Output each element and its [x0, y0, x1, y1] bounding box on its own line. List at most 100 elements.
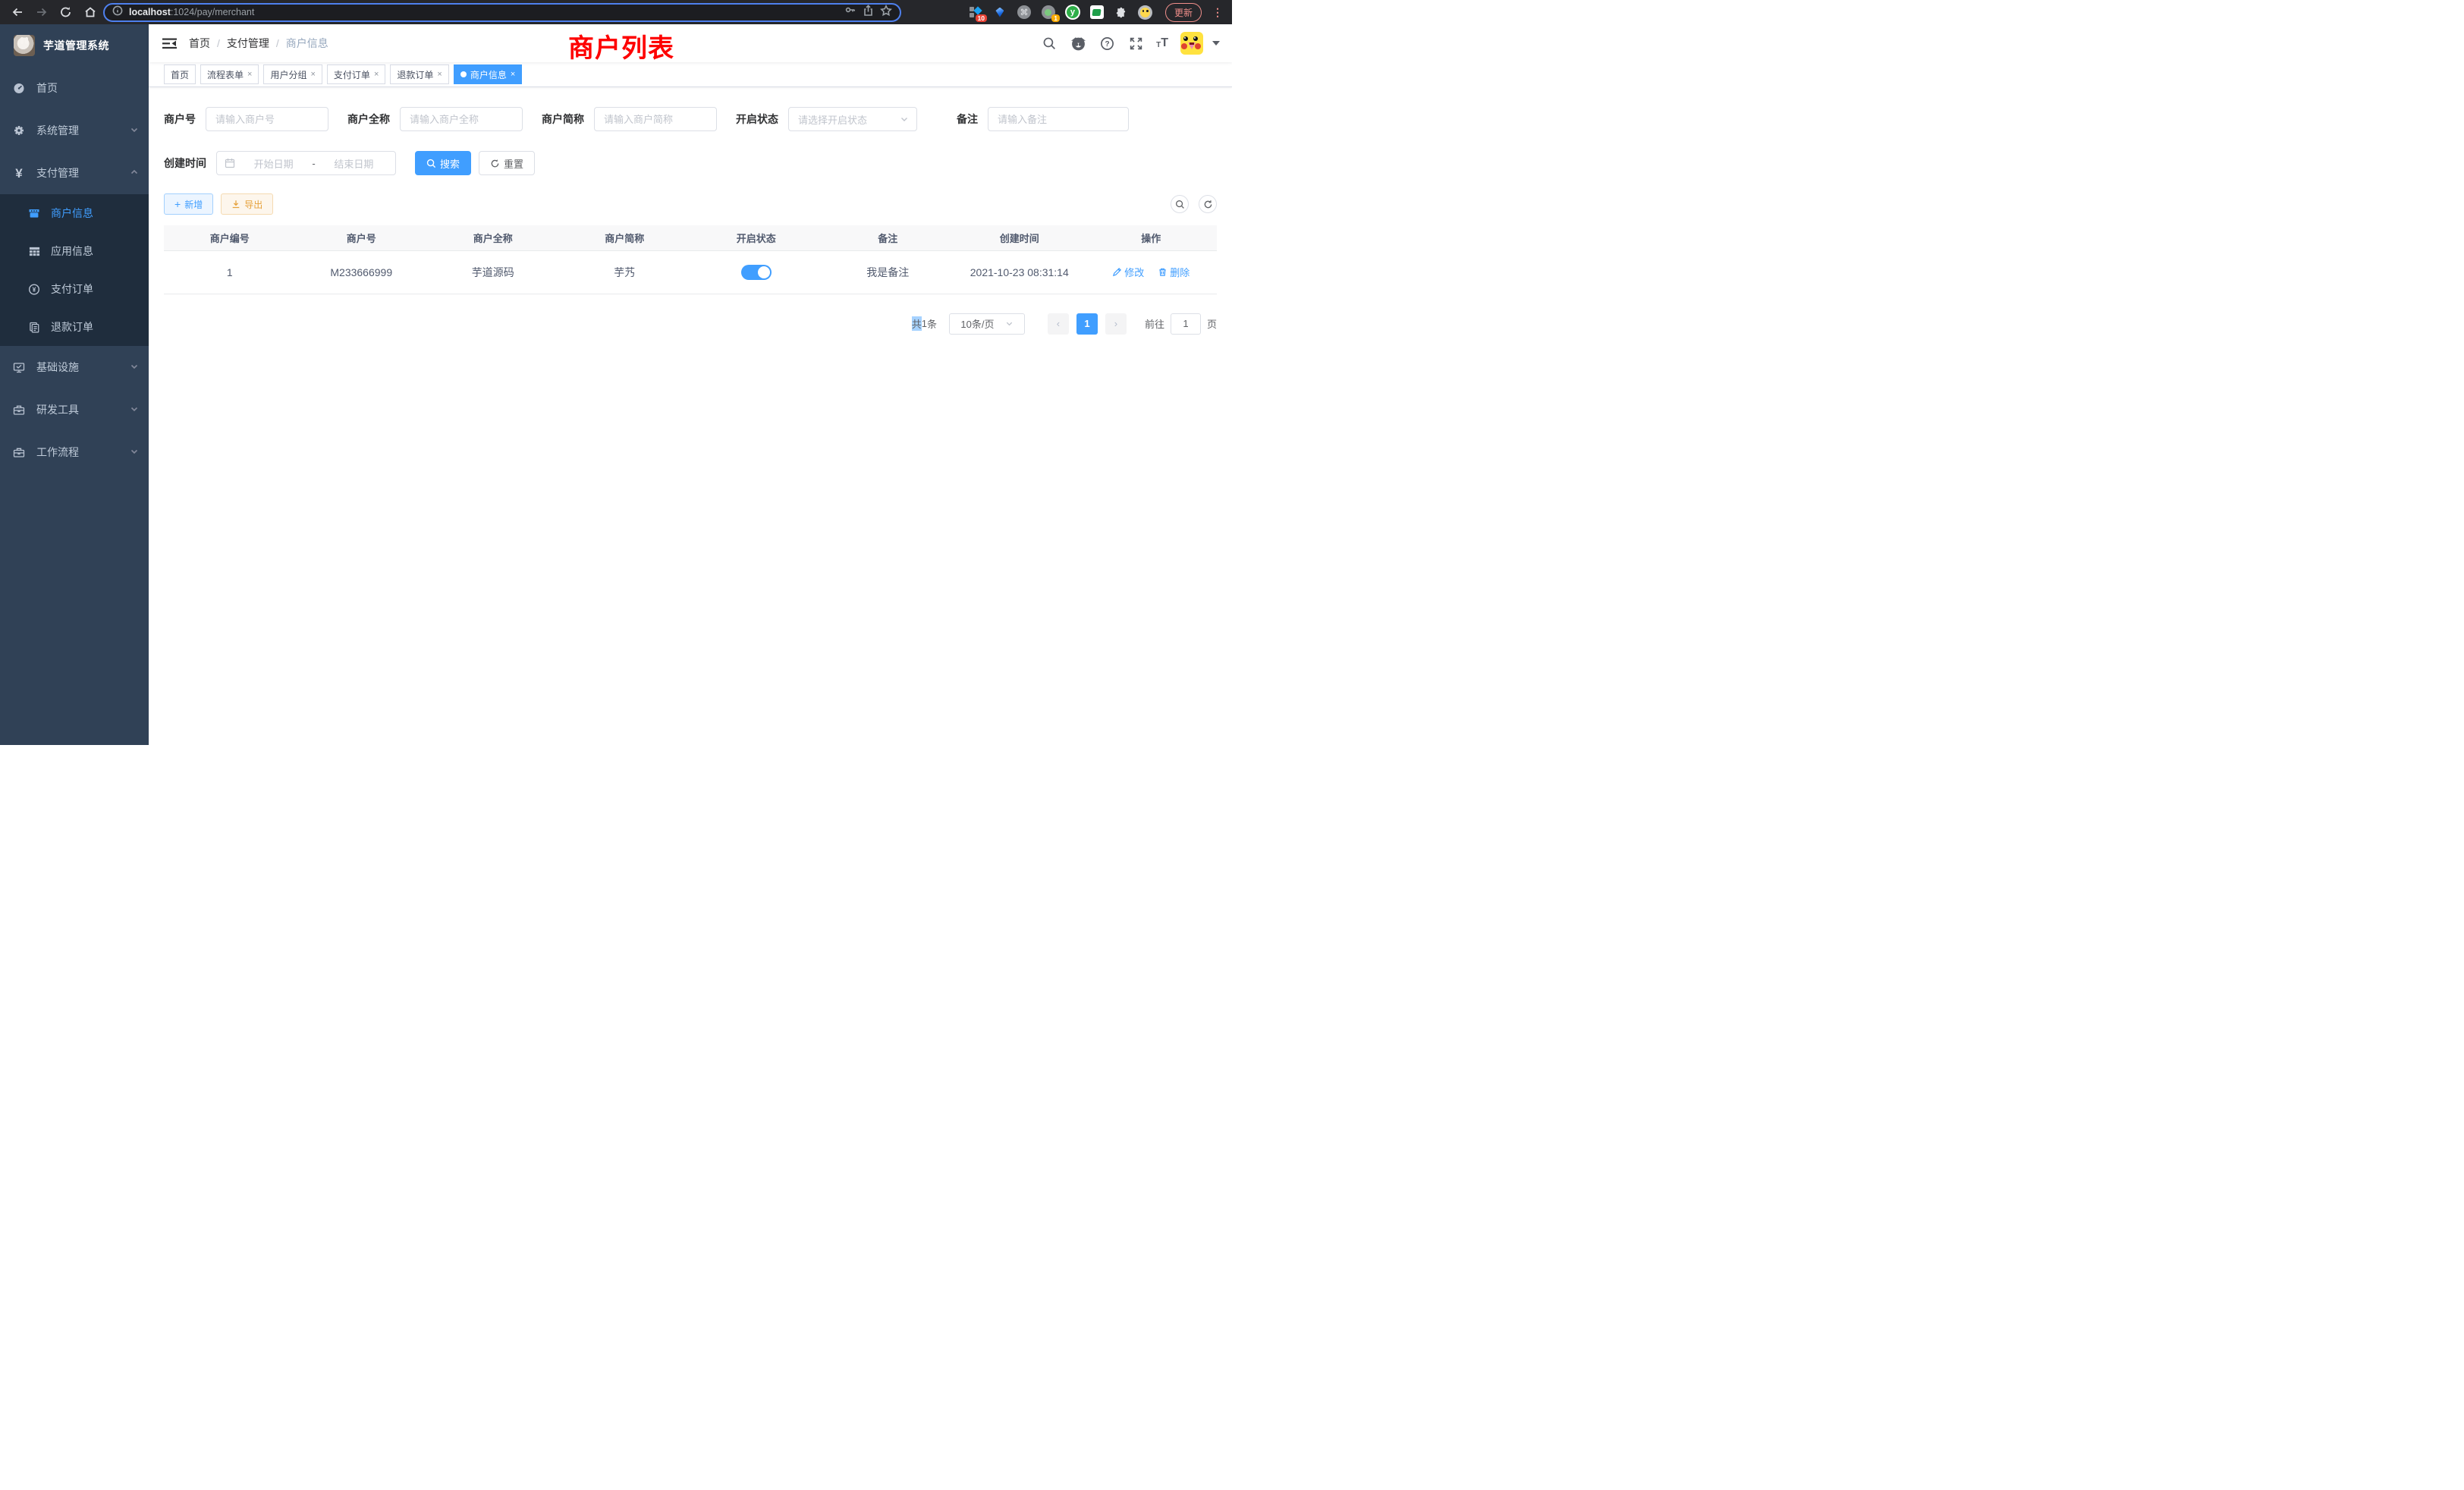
share-icon[interactable] — [863, 5, 874, 20]
extension-chat-icon[interactable] — [1089, 5, 1105, 20]
short-name-input[interactable] — [594, 107, 717, 131]
pay-submenu: 商户信息 应用信息 ¥ 支付订单 — [0, 194, 149, 346]
sidebar-item-label: 支付管理 — [36, 165, 79, 181]
tab-home[interactable]: 首页 — [164, 64, 196, 84]
goto-page-input[interactable] — [1171, 313, 1201, 335]
toggle-search-button[interactable] — [1171, 195, 1189, 213]
trash-icon — [1158, 267, 1168, 277]
extension-badge: 1 — [1051, 14, 1060, 23]
bookmark-star-icon[interactable] — [880, 5, 892, 20]
fullscreen-icon[interactable] — [1127, 35, 1144, 52]
status-select[interactable]: 请选择开启状态 — [788, 107, 917, 131]
extension-y-icon[interactable]: y — [1065, 5, 1080, 20]
refresh-table-button[interactable] — [1199, 195, 1217, 213]
goto-suffix: 页 — [1207, 316, 1217, 331]
sidebar-item-dev-tools[interactable]: 研发工具 — [0, 388, 149, 431]
avatar-caret-icon[interactable] — [1212, 41, 1220, 46]
tab-process-form[interactable]: 流程表单× — [200, 64, 259, 84]
close-icon[interactable]: × — [437, 70, 442, 79]
app-title: 芋道管理系统 — [43, 38, 109, 53]
col-short-name: 商户简称 — [559, 225, 691, 250]
filter-row-1: 商户号 商户全称 商户简称 开启状态 请选择开启状态 备注 — [164, 107, 1217, 131]
user-avatar[interactable] — [1180, 32, 1203, 55]
breadcrumb-home[interactable]: 首页 — [189, 36, 210, 51]
browser-menu-icon[interactable]: ⋮ — [1211, 6, 1227, 19]
col-status: 开启状态 — [690, 225, 822, 250]
sidebar-item-merchant-info[interactable]: 商户信息 — [0, 194, 149, 232]
red-annotation-text: 商户列表 — [568, 27, 674, 64]
sidebar-item-pay-order[interactable]: ¥ 支付订单 — [0, 270, 149, 308]
sidebar-item-app-info[interactable]: 应用信息 — [0, 232, 149, 270]
page-info-icon[interactable] — [112, 5, 123, 20]
reload-button[interactable] — [58, 4, 74, 20]
logo-rabbit-image — [14, 35, 35, 56]
goto-page: 前往 页 — [1145, 313, 1217, 335]
delete-link[interactable]: 删除 — [1158, 265, 1190, 279]
yen-circle-icon: ¥ — [28, 283, 40, 295]
sidebar-item-home[interactable]: 首页 — [0, 67, 149, 109]
breadcrumb-separator: / — [276, 37, 279, 49]
create-time-range-picker[interactable]: 开始日期 - 结束日期 — [216, 151, 396, 175]
home-button[interactable] — [82, 4, 99, 20]
close-icon[interactable]: × — [511, 70, 515, 79]
full-name-input[interactable] — [400, 107, 523, 131]
export-button[interactable]: 导出 — [221, 193, 273, 215]
password-key-icon[interactable] — [844, 5, 856, 20]
browser-profile-avatar[interactable] — [1138, 5, 1153, 20]
extension-blocks-icon[interactable]: 10 — [968, 5, 983, 20]
sidebar-collapse-icon[interactable] — [162, 37, 177, 50]
briefcase-icon — [13, 446, 25, 458]
merchant-no-input[interactable] — [206, 107, 328, 131]
search-icon — [1175, 200, 1185, 209]
github-icon[interactable] — [1070, 35, 1086, 52]
sidebar-item-workflow[interactable]: 工作流程 — [0, 431, 149, 473]
sidebar-menu: 首页 系统管理 ¥ 支付管理 — [0, 67, 149, 745]
sidebar-item-infrastructure[interactable]: 基础设施 — [0, 346, 149, 388]
remark-input[interactable] — [988, 107, 1129, 131]
chrome-update-button[interactable]: 更新 — [1165, 3, 1202, 22]
sidebar-item-system[interactable]: 系统管理 — [0, 109, 149, 152]
extension-recorder-icon[interactable]: 1 — [1041, 5, 1056, 20]
tab-pay-order[interactable]: 支付订单 × — [327, 64, 385, 84]
sidebar-item-refund-order[interactable]: 退款订单 — [0, 308, 149, 346]
sidebar-item-pay[interactable]: ¥ 支付管理 — [0, 152, 149, 194]
search-icon[interactable] — [1041, 35, 1058, 52]
search-button[interactable]: 搜索 — [415, 151, 471, 175]
close-icon[interactable]: × — [310, 70, 315, 79]
chevron-down-icon — [130, 361, 139, 373]
prev-page-button[interactable]: ‹ — [1048, 313, 1069, 335]
delete-link-label: 删除 — [1170, 265, 1190, 279]
edit-link[interactable]: 修改 — [1112, 265, 1144, 279]
page-number-1[interactable]: 1 — [1076, 313, 1098, 335]
breadcrumb-pay[interactable]: 支付管理 — [227, 36, 269, 51]
extensions-puzzle-icon[interactable] — [1114, 5, 1129, 20]
status-toggle-on[interactable] — [741, 265, 772, 280]
forward-button[interactable] — [33, 4, 50, 20]
next-page-button[interactable]: › — [1105, 313, 1127, 335]
close-icon[interactable]: × — [374, 70, 379, 79]
tab-refund-order[interactable]: 退款订单× — [390, 64, 448, 84]
yen-icon: ¥ — [13, 167, 25, 179]
cell-merchant-id: 1 — [164, 250, 296, 294]
extension-gem-icon[interactable] — [992, 5, 1007, 20]
help-icon[interactable]: ? — [1098, 35, 1115, 52]
page-size-select[interactable]: 10条/页 — [949, 313, 1025, 335]
close-icon[interactable]: × — [247, 70, 252, 79]
address-bar[interactable]: localhost:1024/pay/merchant — [103, 3, 901, 22]
reset-button-label: 重置 — [504, 156, 523, 171]
status-label: 开启状态 — [736, 112, 778, 127]
reset-button[interactable]: 重置 — [479, 151, 535, 175]
sidebar-logo: 芋道管理系统 — [0, 24, 149, 67]
chevron-down-icon — [130, 446, 139, 458]
back-button[interactable] — [9, 4, 26, 20]
add-button[interactable]: + 新增 — [164, 193, 213, 215]
extension-command-icon[interactable]: ⌘ — [1017, 5, 1032, 20]
url-text: localhost:1024/pay/merchant — [129, 7, 838, 17]
cell-status — [690, 250, 822, 294]
tab-merchant-info[interactable]: 商户信息× — [454, 64, 522, 84]
tab-user-group[interactable]: 用户分组× — [263, 64, 322, 84]
grid-icon — [28, 245, 40, 257]
font-size-icon[interactable]: TT — [1156, 37, 1168, 49]
cell-merchant-no: M233666999 — [296, 250, 428, 294]
tab-label: 支付订单 — [334, 68, 370, 81]
